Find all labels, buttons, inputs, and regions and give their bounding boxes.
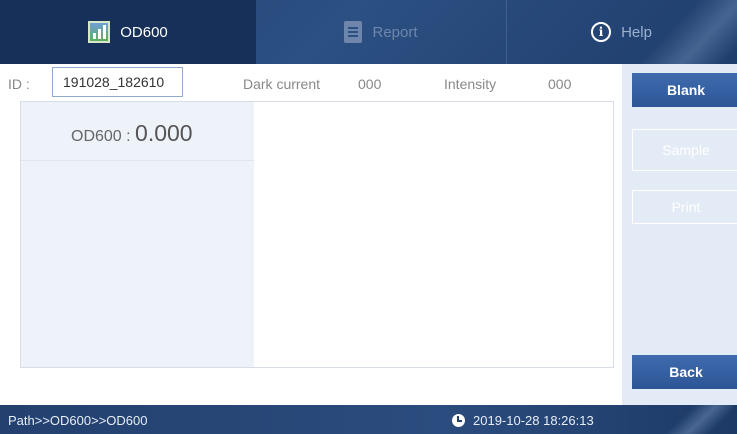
dark-current-label: Dark current [243, 76, 321, 92]
od600-reading: OD600 : 0.000 [71, 120, 193, 147]
intensity-label: Intensity [444, 76, 497, 92]
od600-reading-label: OD600 : [71, 128, 131, 145]
intensity-value: 000 [548, 76, 572, 92]
report-icon [344, 21, 363, 43]
datetime-text: 2019-10-28 18:26:13 [473, 413, 594, 428]
tab-od600[interactable]: OD600 [0, 0, 256, 64]
id-label: ID : [8, 76, 30, 92]
back-button[interactable]: Back [632, 355, 737, 389]
tab-help-label: Help [621, 23, 652, 41]
tab-report-label: Report [372, 23, 418, 41]
result-panel: OD600 : 0.000 [20, 101, 614, 368]
od600-chart-icon [88, 21, 111, 43]
info-icon: i [591, 22, 612, 42]
id-input[interactable] [52, 67, 183, 97]
reading-area: OD600 : 0.000 [21, 102, 254, 367]
tab-help[interactable]: i Help [506, 0, 737, 64]
status-bar: Path>>OD600>>OD600 2019-10-28 18:26:13 [0, 405, 737, 434]
clock-icon [452, 414, 465, 427]
breadcrumb-path: Path>>OD600>>OD600 [8, 413, 148, 428]
tab-od600-label: OD600 [120, 23, 168, 41]
action-side-panel: Blank Sample Print Back [622, 64, 737, 405]
sample-button[interactable]: Sample [632, 129, 737, 171]
print-button[interactable]: Print [632, 190, 737, 224]
od600-reading-value: 0.000 [135, 120, 193, 146]
measurement-info-row: ID : Dark current 000 Intensity 000 [0, 64, 622, 100]
reading-divider [21, 160, 254, 161]
tab-report[interactable]: Report [256, 0, 506, 64]
dark-current-value: 000 [358, 76, 382, 92]
blank-button[interactable]: Blank [632, 73, 737, 107]
datetime-display: 2019-10-28 18:26:13 [452, 413, 594, 428]
top-tab-bar: OD600 Report i Help [0, 0, 737, 64]
